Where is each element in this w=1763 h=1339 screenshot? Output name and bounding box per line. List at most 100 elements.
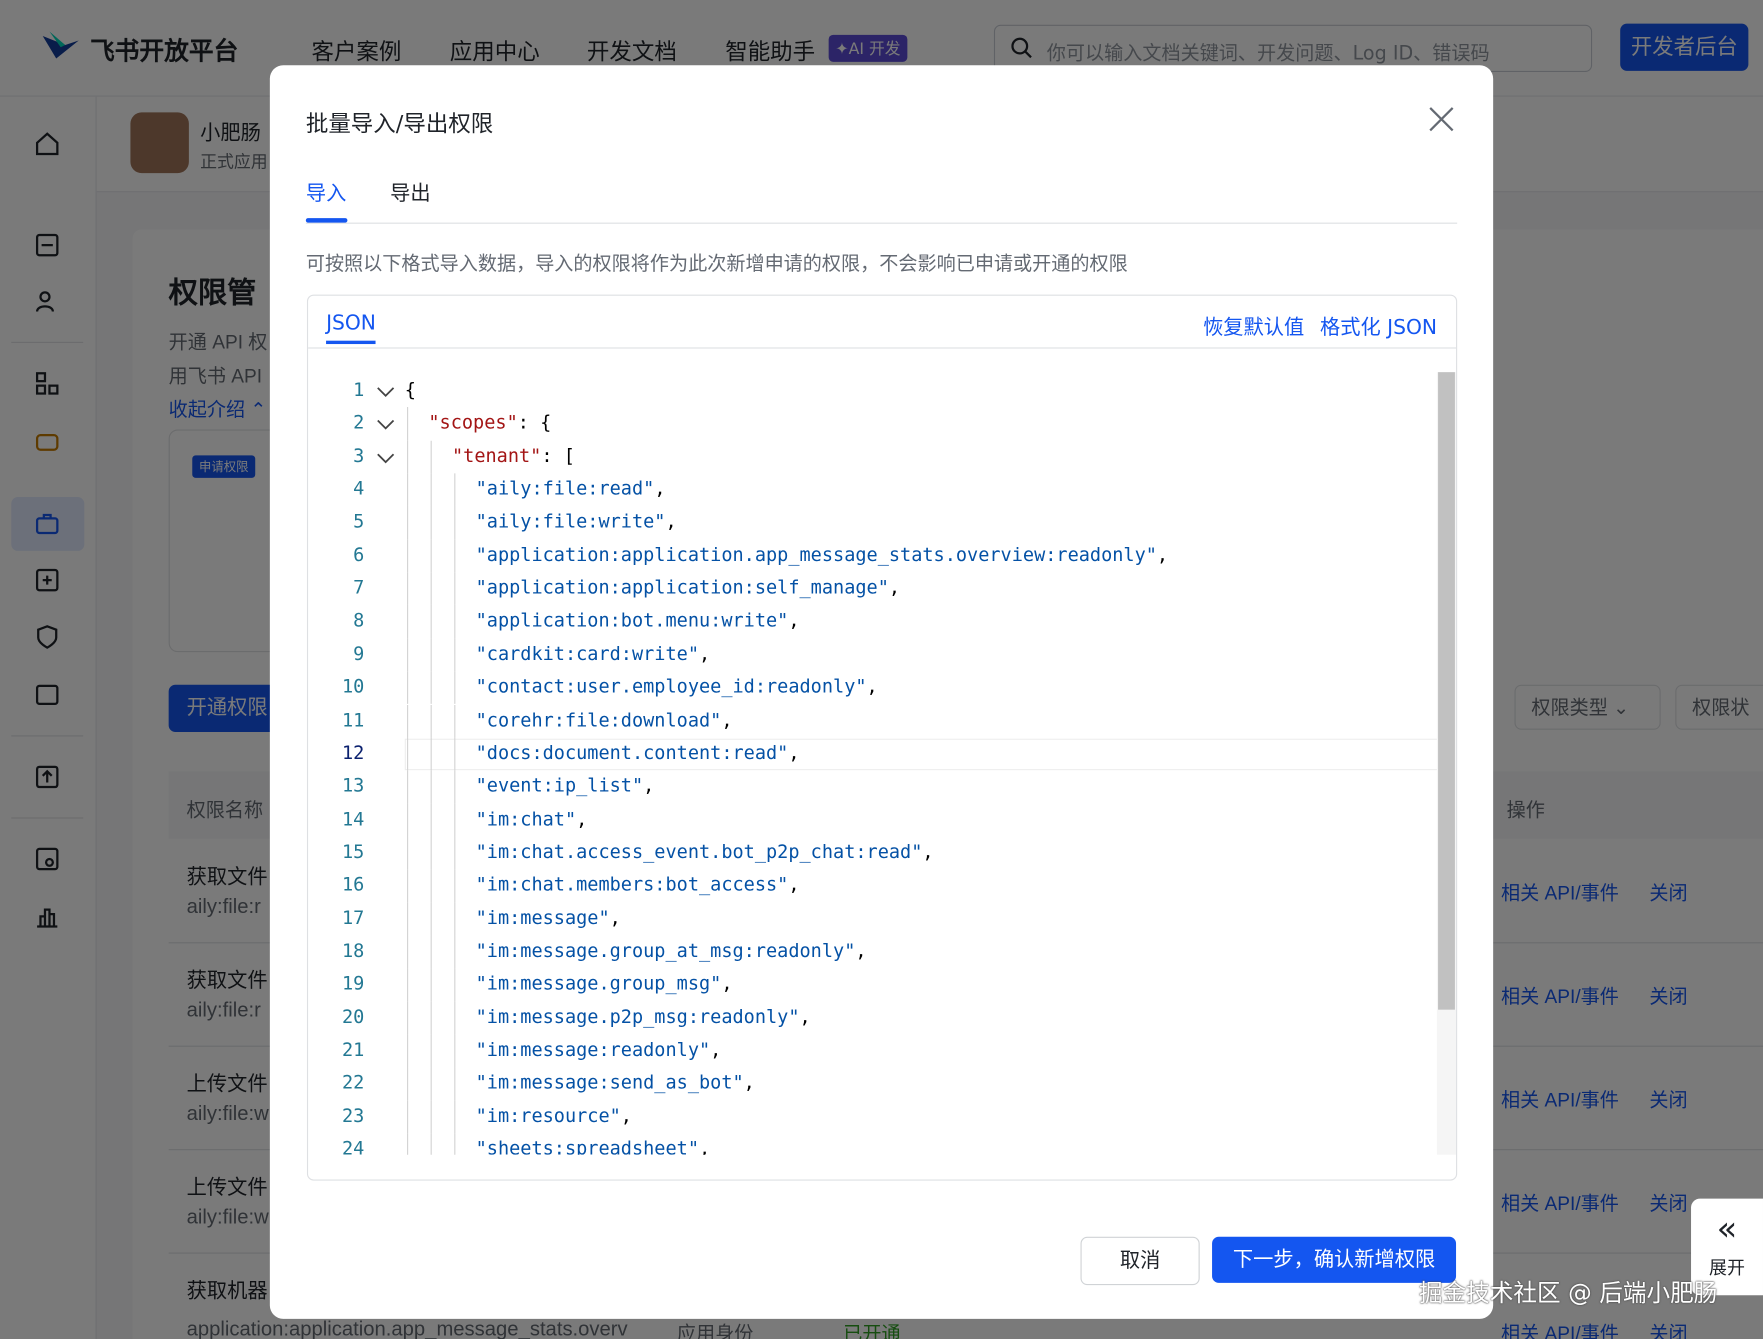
json-string: "aily:file:write" [475, 510, 666, 533]
related-api-link[interactable]: 相关 API/事件 [1501, 1187, 1619, 1215]
json-punctuation: , [699, 1137, 711, 1155]
add-box-icon[interactable] [34, 567, 61, 594]
nav-customer-cases[interactable]: 客户案例 [311, 34, 401, 67]
json-string: "sheets:spreadsheet" [475, 1137, 700, 1155]
indent-guide [454, 737, 456, 771]
app-avatar[interactable] [130, 112, 189, 174]
json-string: "im:chat" [475, 807, 577, 830]
json-punctuation: : [ [541, 444, 575, 467]
tab-export[interactable]: 导出 [390, 178, 430, 207]
indent-guide [430, 1133, 432, 1155]
indent-guide [430, 473, 432, 507]
code-line: "aily:file:read", [476, 478, 666, 499]
brand-name[interactable]: 飞书开放平台 [90, 31, 238, 67]
indent-guide [454, 1100, 456, 1134]
code-line: "im:message:readonly", [476, 1039, 722, 1060]
line-number: 9 [353, 642, 365, 665]
indent-guide [430, 1034, 432, 1068]
json-string: "im:message.group_at_msg:readonly" [475, 939, 856, 962]
line-number: 2 [353, 411, 365, 434]
chart-icon[interactable] [34, 903, 61, 930]
permission-name: 获取机器 [186, 1279, 268, 1303]
code-area[interactable]: 1 {2 "scopes": {3 "tenant": [4 "aily:file:re… [308, 372, 1437, 1155]
column-operations: 操作 [1506, 799, 1545, 821]
fold-chevron-down-icon[interactable] [376, 447, 396, 467]
search-log-icon[interactable] [34, 846, 61, 873]
json-editor: JSON 恢复默认值 格式化 JSON 1 {2 "scopes": {3 "tena… [306, 294, 1458, 1181]
indent-guide [407, 704, 409, 738]
json-punctuation: , [788, 609, 800, 632]
close-permission-link[interactable]: 关闭 [1649, 1084, 1687, 1112]
indent-guide [454, 473, 456, 507]
indent-guide [430, 803, 432, 837]
fold-chevron-down-icon[interactable] [376, 414, 396, 434]
tab-json[interactable]: JSON [326, 311, 376, 335]
search-icon [1011, 37, 1032, 59]
related-api-link[interactable]: 相关 API/事件 [1501, 1318, 1619, 1339]
indent-guide [430, 737, 432, 771]
close-permission-link[interactable]: 关闭 [1649, 1318, 1687, 1339]
nav-assistant[interactable]: 智能助手 [725, 34, 815, 67]
feishu-logo[interactable] [40, 29, 80, 63]
code-line: "contact:user.employee_id:readonly", [476, 676, 878, 697]
briefcase-icon[interactable] [34, 510, 61, 537]
filter-permission-status[interactable]: 权限状 [1675, 684, 1763, 730]
code-line: "corehr:file:download", [476, 709, 733, 730]
indent-guide [407, 968, 409, 1002]
nav-app-center[interactable]: 应用中心 [450, 34, 540, 67]
home-icon[interactable] [34, 130, 61, 157]
format-json-link[interactable]: 格式化 JSON [1320, 311, 1437, 340]
upload-icon[interactable] [34, 763, 61, 790]
permission-code: aily:file:r [186, 998, 261, 1021]
indent-guide [407, 1067, 409, 1101]
permission-name: 获取文件 [186, 865, 268, 889]
related-api-link[interactable]: 相关 API/事件 [1501, 877, 1619, 905]
bot-icon[interactable] [34, 427, 61, 454]
code-icon[interactable] [34, 681, 61, 708]
line-number: 20 [341, 1005, 365, 1028]
close-icon[interactable] [1428, 106, 1455, 133]
indent-guide [407, 770, 409, 804]
indent-guide [454, 572, 456, 606]
ai-dev-badge[interactable]: ✦AI 开发 [828, 34, 908, 62]
json-punctuation: , [665, 510, 677, 533]
related-api-link[interactable]: 相关 API/事件 [1501, 1084, 1619, 1112]
close-permission-link[interactable]: 关闭 [1649, 877, 1687, 905]
intro-text: 用飞书 API [168, 365, 263, 387]
json-punctuation: , [1156, 543, 1169, 566]
indent-guide [407, 1034, 409, 1068]
close-permission-link[interactable]: 关闭 [1649, 980, 1687, 1008]
fold-chevron-down-icon[interactable] [376, 381, 396, 401]
dev-console-button[interactable]: 开发者后台 [1620, 23, 1749, 71]
json-string: "im:message:send_as_bot" [475, 1071, 744, 1094]
scrollbar-thumb[interactable] [1438, 372, 1455, 1010]
intro-text: 开通 API 权 [168, 331, 268, 354]
tab-import[interactable]: 导入 [306, 178, 346, 207]
apps-icon[interactable] [34, 370, 61, 397]
indent-guide [454, 869, 456, 903]
close-permission-link[interactable]: 关闭 [1649, 1187, 1687, 1215]
code-line: "im:message:send_as_bot", [476, 1072, 755, 1093]
code-line: "scopes": { [428, 412, 551, 433]
collapse-intro-link[interactable]: 收起介绍 ⌃ [169, 394, 267, 422]
reset-default-link[interactable]: 恢复默认值 [1203, 311, 1304, 340]
indent-guide [454, 803, 456, 837]
status-badge: 已开通 [843, 1323, 901, 1339]
indent-guide [454, 605, 456, 639]
active-tab-indicator [305, 218, 348, 223]
nav-dev-docs[interactable]: 开发文档 [587, 34, 677, 67]
document-icon[interactable] [34, 232, 61, 259]
related-api-link[interactable]: 相关 API/事件 [1501, 980, 1619, 1008]
indent-guide [407, 473, 409, 507]
user-add-icon[interactable] [34, 288, 61, 315]
indent-guide [430, 836, 432, 870]
code-line: "docs:document.content:read", [476, 742, 800, 763]
filter-permission-type[interactable]: 权限类型 ⌄ [1514, 684, 1661, 730]
json-string: "im:message:readonly" [475, 1038, 711, 1061]
line-number: 10 [341, 675, 365, 698]
json-punctuation: : { [517, 411, 552, 434]
apply-tag: 申请权限 [192, 455, 256, 478]
json-punctuation: , [576, 807, 588, 830]
shield-icon[interactable] [34, 624, 61, 651]
cancel-button[interactable]: 取消 [1080, 1236, 1200, 1286]
